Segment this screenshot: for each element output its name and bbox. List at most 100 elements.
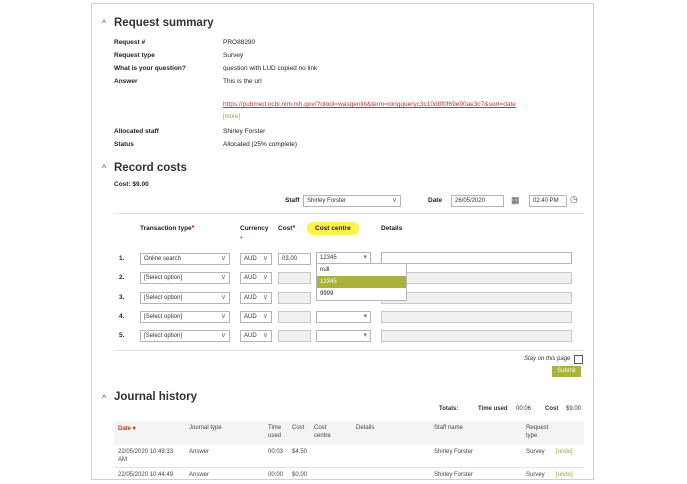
allocated-staff-label: Allocated staff: [114, 128, 159, 135]
staff-column-header: Staff name: [434, 425, 463, 431]
journal-header-row: [114, 421, 584, 445]
answer-label: Answer: [114, 78, 138, 85]
request-type-label: Request type: [114, 52, 155, 59]
time-column-header-2: used: [268, 433, 282, 439]
cost-input[interactable]: 03.00: [278, 253, 311, 265]
question-label: What is your question?: [114, 65, 186, 72]
journal-request-type: Survey: [526, 449, 545, 455]
staff-label: Staff: [285, 197, 300, 204]
cost-centre-column-header-2: centre: [314, 433, 331, 439]
stay-on-page-checkbox[interactable]: [574, 355, 583, 364]
chevron-down-icon: ∨: [262, 332, 268, 339]
divider: [114, 467, 584, 468]
caret-down-icon: ▾: [363, 332, 367, 339]
journal-cost: $0.00: [292, 472, 308, 478]
answer-value: This is the url: [223, 78, 262, 85]
transaction-type-select[interactable]: [Select option] ∨: [140, 311, 230, 323]
transaction-type-select[interactable]: Online search ∨: [140, 253, 230, 265]
time-field[interactable]: 02:40 PM: [529, 195, 567, 207]
record-costs-title: Record costs: [114, 162, 187, 174]
journal-staff: Shirley Forster: [434, 472, 474, 478]
journal-type: Answer: [189, 472, 210, 478]
journal-request-type: Survey: [526, 472, 545, 478]
transaction-type-select[interactable]: [Select option] ∨: [140, 292, 230, 304]
clock-icon[interactable]: ◷: [570, 194, 578, 205]
request-type-column-header-1: Request: [526, 425, 549, 431]
cost-centre-select[interactable]: ▾: [316, 330, 371, 342]
page-frame: ^ Request summary Request # PRO88290 Req…: [91, 3, 594, 480]
chevron-down-icon: ∨: [262, 274, 268, 281]
totals-label: Totals:: [439, 406, 459, 412]
submit-button[interactable]: Submit: [552, 366, 581, 377]
cost-total: Cost: $9.00: [114, 181, 149, 188]
header-cost: Cost*: [278, 225, 296, 232]
request-summary-title: Request summary: [114, 17, 214, 29]
cost-input: [278, 292, 311, 304]
chevron-down-icon: ∨: [220, 255, 226, 262]
currency-select[interactable]: AUD ∨: [240, 272, 272, 284]
currency-select[interactable]: AUD ∨: [240, 330, 272, 342]
header-cost-centre: Cost centre: [307, 222, 359, 235]
dropdown-option[interactable]: 9999: [317, 288, 406, 300]
details-input: [381, 330, 572, 342]
transaction-type-select[interactable]: [Select option] ∨: [140, 272, 230, 284]
row-number: 3.: [119, 294, 125, 301]
cost-input: [278, 272, 311, 284]
collapse-caret-icon[interactable]: ^: [102, 18, 106, 28]
stay-on-page-label: Stay on this page: [524, 356, 571, 362]
journal-history-title: Journal history: [114, 391, 198, 403]
staff-select[interactable]: Shirley Forster ∨: [303, 195, 401, 207]
cost-column-header: Cost: [292, 425, 305, 431]
details-column-header: Details: [356, 425, 375, 431]
undo-link[interactable]: [undo]: [556, 449, 573, 455]
request-number-label: Request #: [114, 39, 146, 46]
divider: [114, 213, 584, 214]
dropdown-option-selected[interactable]: 12345: [317, 276, 406, 288]
chevron-down-icon: ∨: [220, 313, 226, 320]
request-number-value: PRO88290: [223, 39, 256, 46]
details-input: [381, 272, 572, 284]
collapse-caret-icon[interactable]: ^: [102, 393, 106, 403]
date-field[interactable]: 26/05/2020: [451, 195, 504, 207]
answer-link[interactable]: https://pubmed.ncbi.nlm.nih.gov/?otool=w…: [223, 101, 516, 108]
cost-total-value: $9.00: [566, 406, 582, 412]
currency-select[interactable]: AUD ∨: [240, 253, 272, 265]
more-link[interactable]: [more]: [223, 114, 240, 120]
time-used-value: 00:06: [516, 406, 532, 412]
chevron-down-icon: ∨: [220, 294, 226, 301]
header-currency: Currency: [240, 225, 269, 232]
cost-input: [278, 311, 311, 323]
collapse-caret-icon[interactable]: ^: [102, 163, 106, 173]
request-type-column-header-2: type: [526, 433, 538, 439]
header-details: Details: [381, 225, 403, 232]
transaction-type-select[interactable]: [Select option] ∨: [140, 330, 230, 342]
journal-time: 00:00: [268, 472, 284, 478]
details-input[interactable]: [381, 252, 572, 264]
journal-cost: $4.50: [292, 449, 308, 455]
chevron-down-icon: ∨: [262, 313, 268, 320]
details-input: [381, 311, 572, 323]
date-label: Date: [428, 197, 443, 204]
chevron-down-icon: ∨: [391, 197, 397, 204]
cost-centre-column-header-1: Cost: [314, 425, 327, 431]
allocated-staff-value: Shirley Forster: [223, 128, 266, 135]
row-number: 2.: [119, 274, 125, 281]
cost-centre-select[interactable]: ▾: [316, 311, 371, 323]
currency-select[interactable]: AUD ∨: [240, 292, 272, 304]
date-column-header[interactable]: Date ▾: [118, 425, 136, 432]
request-type-value: Survey: [223, 52, 244, 59]
journal-time: 00:03: [268, 449, 284, 455]
status-value: Allocated (25% complete): [223, 141, 298, 148]
cost-input: [278, 330, 311, 342]
journal-type: Answer: [189, 449, 210, 455]
row-number: 5.: [119, 332, 125, 339]
currency-required-mark: *: [240, 236, 243, 243]
cost-centre-dropdown[interactable]: null 12345 9999: [316, 263, 407, 301]
currency-select[interactable]: AUD ∨: [240, 311, 272, 323]
time-used-label: Time used: [478, 406, 508, 412]
calendar-icon[interactable]: ▦: [511, 195, 520, 206]
divider: [114, 350, 584, 351]
undo-link[interactable]: [undo]: [556, 472, 573, 478]
dropdown-option[interactable]: null: [317, 264, 406, 276]
cost-total-label: Cost: [545, 406, 559, 412]
